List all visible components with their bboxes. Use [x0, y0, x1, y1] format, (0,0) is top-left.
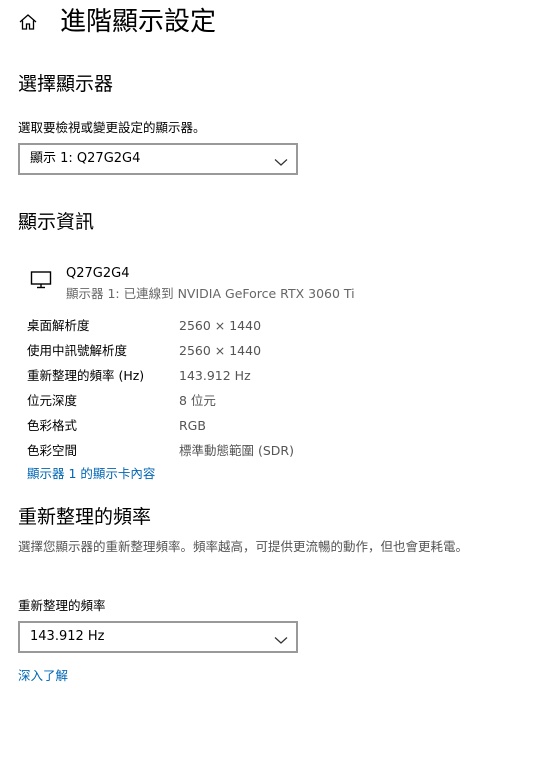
info-value: RGB: [179, 418, 206, 433]
refresh-rate-heading: 重新整理的頻率: [18, 506, 152, 528]
info-row-color-space: 色彩空間 標準動態範圍 (SDR): [27, 439, 427, 464]
select-display-label: 選取要檢視或變更設定的顯示器。: [18, 120, 206, 135]
home-icon[interactable]: [18, 12, 38, 32]
info-value: 標準動態範圍 (SDR): [179, 443, 294, 458]
refresh-rate-value: 143.912 Hz: [30, 629, 105, 644]
info-value: 2560 × 1440: [179, 318, 262, 333]
info-row-bit-depth: 位元深度 8 位元: [27, 389, 427, 414]
info-label: 位元深度: [27, 393, 78, 408]
info-label: 重新整理的頻率 (Hz): [27, 368, 145, 383]
chevron-down-icon: [274, 153, 288, 166]
select-display-heading: 選擇顯示器: [18, 73, 114, 95]
display-info-heading: 顯示資訊: [18, 211, 95, 233]
chevron-down-icon: [274, 631, 288, 644]
page-title: 進階顯示設定: [60, 7, 217, 37]
info-row-color-format: 色彩格式 RGB: [27, 414, 427, 439]
info-value: 143.912 Hz: [179, 368, 251, 383]
info-row-refresh-rate: 重新整理的頻率 (Hz) 143.912 Hz: [27, 364, 427, 389]
info-label: 色彩格式: [27, 418, 78, 433]
display-name: Q27G2G4: [66, 266, 130, 281]
info-label: 使用中訊號解析度: [27, 343, 128, 358]
info-row-desktop-resolution: 桌面解析度 2560 × 1440: [27, 314, 427, 339]
info-value: 8 位元: [179, 393, 216, 408]
info-value: 2560 × 1440: [179, 343, 262, 358]
monitor-icon: [30, 270, 52, 290]
refresh-rate-description: 選擇您顯示器的重新整理頻率。頻率越高，可提供更流暢的動作，但也會更耗電。: [18, 539, 469, 554]
info-label: 色彩空間: [27, 443, 78, 458]
learn-more-link[interactable]: 深入了解: [18, 667, 68, 685]
display-select-dropdown[interactable]: 顯示 1: Q27G2G4: [18, 143, 298, 175]
info-row-active-signal-resolution: 使用中訊號解析度 2560 × 1440: [27, 339, 427, 364]
refresh-rate-dropdown[interactable]: 143.912 Hz: [18, 621, 298, 653]
display-select-value: 顯示 1: Q27G2G4: [30, 151, 141, 166]
display-info-table: 桌面解析度 2560 × 1440 使用中訊號解析度 2560 × 1440 重…: [27, 314, 427, 464]
display-adapter-properties-link[interactable]: 顯示器 1 的顯示卡內容: [27, 465, 155, 483]
refresh-rate-label: 重新整理的頻率: [18, 598, 106, 613]
advanced-display-settings-page: 進階顯示設定 選擇顯示器 選取要檢視或變更設定的顯示器。 顯示 1: Q27G2…: [0, 0, 548, 760]
info-label: 桌面解析度: [27, 318, 90, 333]
display-connection-subtitle: 顯示器 1: 已連線到 NVIDIA GeForce RTX 3060 Ti: [66, 286, 355, 301]
